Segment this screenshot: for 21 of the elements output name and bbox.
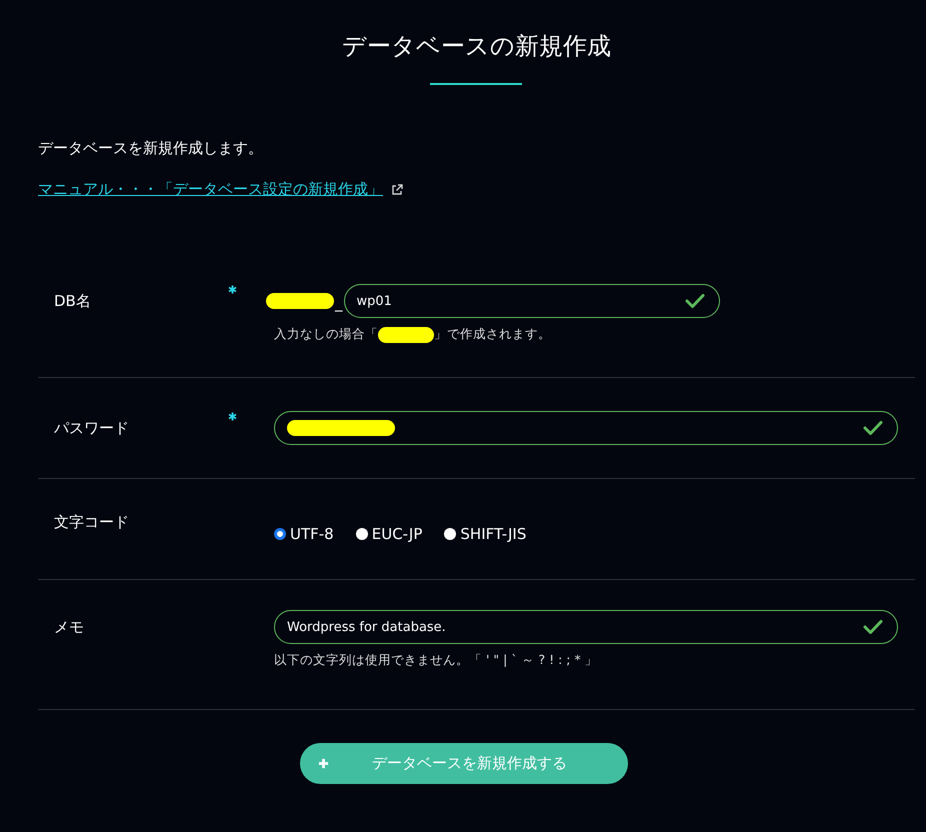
field-label: DB名 — [53, 291, 91, 312]
radio-option[interactable]: SHIFT-JIS — [444, 525, 526, 543]
field-label: パスワード — [53, 418, 129, 439]
hint-text: 以下の文字列は使用できません。「 ' " | ` ～ ? ! : ; * 」 — [274, 652, 599, 669]
external-link-icon[interactable] — [391, 184, 403, 196]
plus-icon — [318, 758, 329, 769]
input-field[interactable]: Wordpress for database. — [274, 610, 898, 644]
hint-text: 」で作成されます。 — [434, 326, 551, 343]
password-field[interactable] — [274, 411, 898, 445]
radio-option[interactable]: EUC-JP — [356, 525, 422, 543]
field-label: 文字コード — [53, 512, 129, 533]
input-field[interactable]: wp01 — [344, 284, 720, 318]
hint-text: 入力なしの場合「 — [274, 326, 378, 343]
radio-option[interactable]: UTF-8 — [274, 525, 334, 543]
manual-link[interactable]: マニュアル・・・「データベース設定の新規作成」 — [38, 180, 383, 199]
field-label: メモ — [53, 617, 84, 638]
redaction-mark — [378, 326, 434, 342]
intro-text: データベースを新規作成します。 — [38, 139, 264, 158]
separator-text: _ — [335, 294, 342, 314]
dialog-title: データベースの新規作成 — [341, 31, 612, 62]
redaction-mark — [266, 293, 334, 309]
